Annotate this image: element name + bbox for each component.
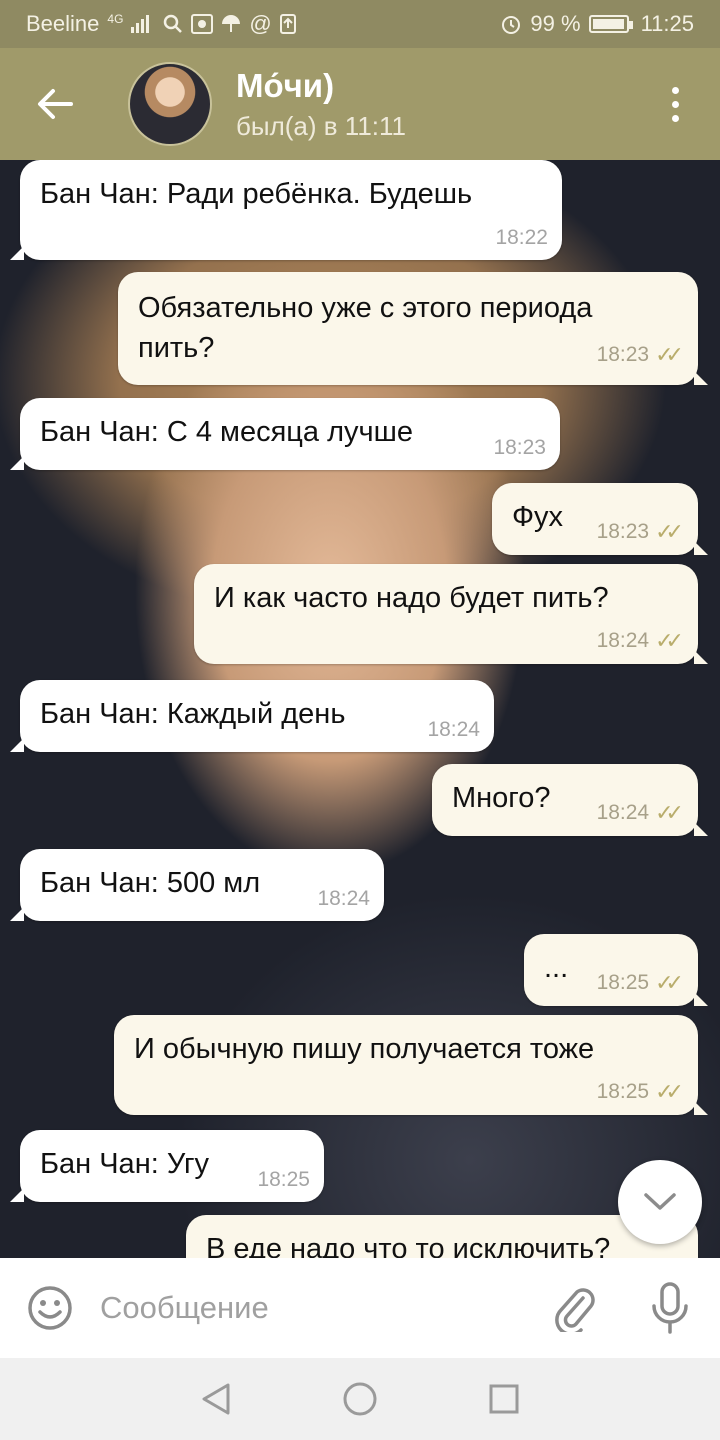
message-outgoing[interactable]: Обязательно уже с этого периода пить? 18… — [118, 272, 708, 385]
message-time: 18:25 — [596, 971, 650, 994]
message-text: В еде надо что то исключить? — [206, 1233, 611, 1258]
message-incoming[interactable]: Бан Чан: Каждый день 18:24 — [10, 680, 494, 752]
scroll-to-bottom-button[interactable] — [618, 1160, 702, 1244]
carrier-label: Beeline — [26, 11, 100, 36]
last-seen-status: был(а) в 11:11 — [236, 110, 406, 141]
message-time: 18:23 — [596, 520, 650, 543]
message-time: 18:24 — [596, 629, 650, 652]
message-outgoing[interactable]: В еде надо что то исключить? — [186, 1215, 698, 1258]
message-text: И как часто надо будет пить? — [214, 582, 609, 614]
more-vertical-icon — [671, 86, 679, 94]
arrow-left-icon — [38, 89, 73, 119]
at-icon: @ — [249, 11, 272, 36]
chevron-down-icon — [644, 1193, 676, 1210]
more-menu-button[interactable] — [630, 48, 720, 160]
signal-icon — [131, 15, 150, 33]
message-time: 18:25 — [257, 1168, 310, 1191]
triangle-back-icon[interactable] — [200, 1382, 232, 1416]
alarm-icon — [502, 16, 521, 34]
message-text: Бан Чан: Угу — [40, 1148, 210, 1180]
message-incoming[interactable]: Бан Чан: Ради ребёнка. Будешь 18:22 — [10, 160, 562, 260]
message-time: 18:24 — [317, 887, 370, 910]
umbrella-icon — [222, 15, 241, 32]
avatar[interactable] — [128, 62, 212, 146]
message-text: Бан Чан: Каждый день — [40, 698, 346, 730]
message-time: 18:23 — [596, 343, 650, 366]
search-icon — [164, 14, 183, 33]
network-type: 4G — [107, 12, 124, 26]
status-bar: Beeline 4G @ 99 % 11:25 — [0, 0, 720, 48]
message-text: ... — [544, 952, 569, 984]
double-check-icon: ✓✓ — [655, 970, 684, 995]
message-incoming[interactable]: Бан Чан: 500 мл 18:24 — [10, 849, 384, 921]
message-outgoing[interactable]: И как часто надо будет пить? 18:24 ✓✓ — [194, 564, 708, 664]
message-list[interactable]: Бан Чан: Ради ребёнка. Будешь 18:22 Обяз… — [0, 160, 720, 1258]
message-text: Обязательно уже с этого периода пить? — [138, 292, 593, 364]
message-outgoing[interactable]: ... 18:25 ✓✓ — [524, 934, 708, 1006]
double-check-icon: ✓✓ — [655, 519, 684, 544]
battery-icon — [588, 15, 633, 33]
clock: 11:25 — [640, 11, 694, 36]
message-text: Бан Чан: С 4 месяца лучше — [40, 416, 413, 448]
chat-title: Мо́чи) — [236, 66, 335, 104]
chat-header: Мо́чи) был(а) в 11:11 — [0, 48, 720, 160]
smiley-icon — [28, 1286, 72, 1330]
message-outgoing[interactable]: Много? 18:24 ✓✓ — [432, 764, 708, 836]
message-outgoing[interactable]: И обычную пишу получается тоже 18:25 ✓✓ — [114, 1015, 708, 1115]
message-text: Много? — [452, 782, 551, 814]
message-text: Бан Чан: 500 мл — [40, 867, 261, 899]
double-check-icon: ✓✓ — [655, 342, 684, 367]
double-check-icon: ✓✓ — [655, 1079, 684, 1104]
message-time: 18:23 — [493, 436, 546, 459]
paperclip-icon — [555, 1288, 595, 1332]
circle-home-icon[interactable] — [342, 1381, 378, 1417]
double-check-icon: ✓✓ — [655, 800, 684, 825]
chat-title-block[interactable]: Мо́чи) был(а) в 11:11 — [236, 67, 406, 142]
message-incoming[interactable]: Бан Чан: С 4 месяца лучше 18:23 — [10, 398, 560, 470]
message-text: Фух — [512, 501, 564, 533]
attach-button[interactable] — [530, 1284, 620, 1332]
message-text: И обычную пишу получается тоже — [134, 1033, 595, 1065]
message-incoming[interactable]: Бан Чан: Угу 18:25 — [10, 1130, 324, 1202]
composer-bar — [0, 1258, 720, 1358]
message-text: Бан Чан: Ради ребёнка. Будешь — [40, 178, 473, 210]
back-button[interactable] — [0, 48, 110, 160]
square-recent-icon[interactable] — [488, 1383, 520, 1415]
message-time: 18:24 — [427, 718, 480, 741]
voice-record-button[interactable] — [620, 1282, 720, 1334]
message-time: 18:22 — [495, 226, 548, 249]
message-outgoing[interactable]: Фух 18:23 ✓✓ — [492, 483, 708, 555]
emoji-button[interactable] — [0, 1284, 100, 1332]
upload-icon — [279, 14, 296, 34]
battery-percent: 99 % — [530, 11, 581, 36]
microphone-icon — [652, 1282, 688, 1334]
system-nav-bar — [0, 1358, 720, 1440]
message-input[interactable] — [100, 1290, 520, 1326]
gallery-icon — [191, 14, 214, 34]
message-time: 18:25 — [596, 1080, 650, 1103]
double-check-icon: ✓✓ — [655, 628, 684, 653]
message-time: 18:24 — [596, 801, 650, 824]
